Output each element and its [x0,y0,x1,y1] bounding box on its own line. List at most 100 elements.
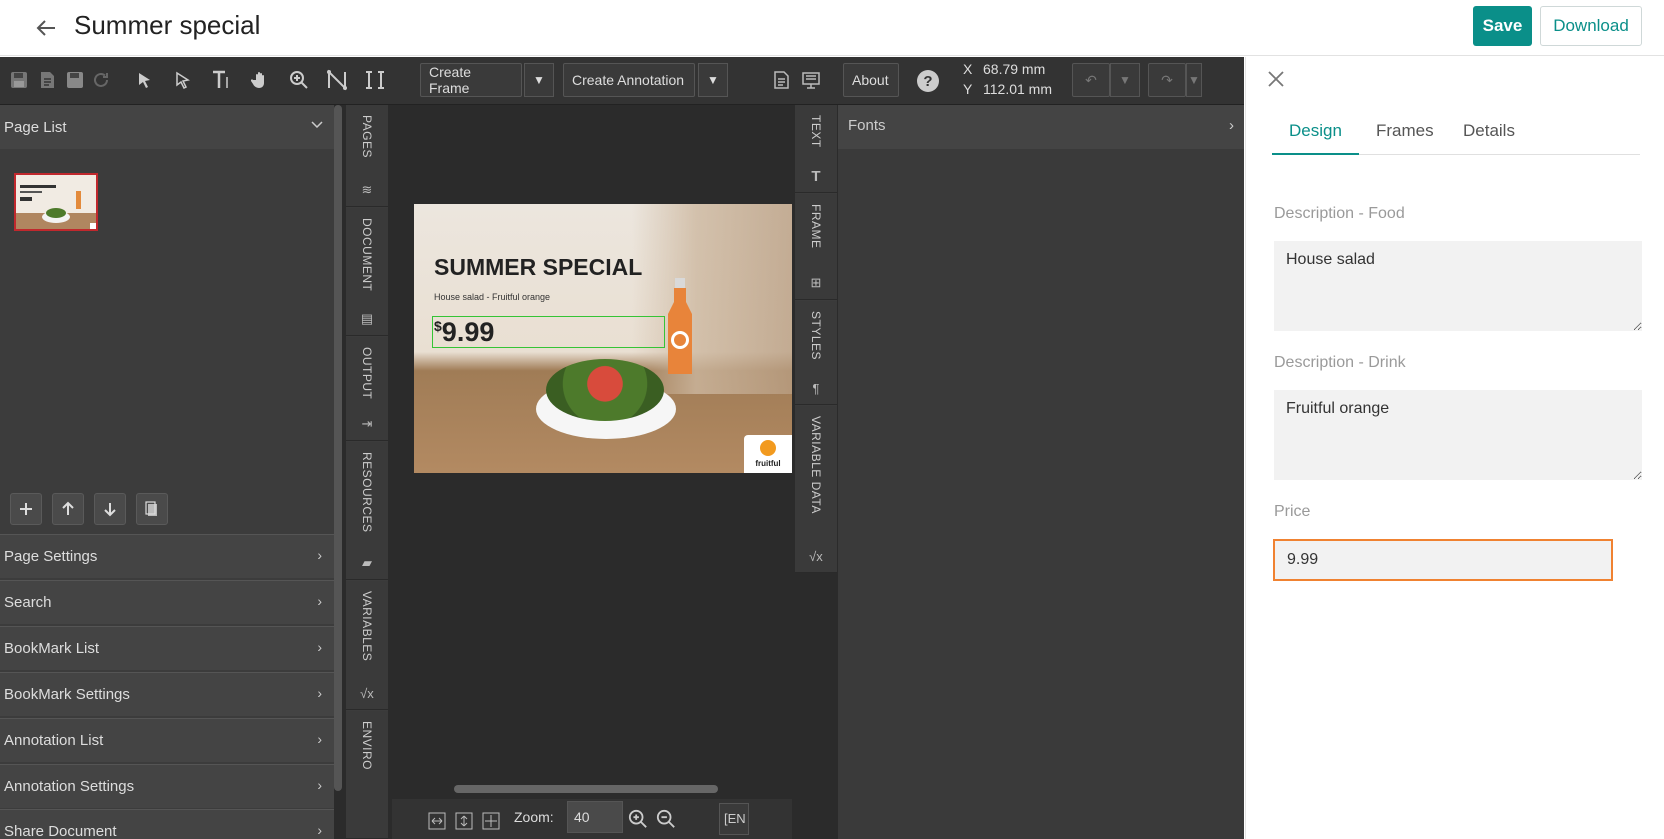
chevron-right-icon: › [317,822,322,838]
create-annotation-dropdown-icon[interactable]: ▼ [698,63,728,97]
chevron-right-icon: › [317,685,322,701]
chevron-right-icon: › [317,547,322,563]
fonts-panel: Fonts › [838,105,1244,839]
tab-environment[interactable]: ENVIRO [346,711,388,839]
design-price[interactable]: $9.99 [434,317,494,348]
fit-height-icon[interactable] [454,811,474,831]
editor-toolbar: Create Frame ▼ Create Annotation ▼ About… [0,57,1244,105]
close-icon[interactable] [1264,67,1288,91]
drink-description-field[interactable]: Fruitful orange [1274,390,1642,480]
redo-dropdown-icon[interactable]: ▼ [1186,63,1202,97]
save-as-icon[interactable] [62,67,88,93]
move-page-down-button[interactable] [94,493,126,525]
about-button[interactable]: About [843,63,899,97]
tab-label: PAGES [360,115,374,158]
document-info-icon[interactable] [768,67,794,93]
tab-text[interactable]: TEXT T [795,105,837,193]
accordion-label: BookMark List [4,640,100,657]
tab-styles[interactable]: STYLES ¶ [795,301,837,405]
accordion-label: Annotation Settings [4,778,135,795]
page-thumbnail[interactable] [14,173,98,231]
paragraph-icon: ¶ [812,380,820,396]
select-arrow-icon[interactable] [132,67,158,93]
accordion-annotation-list[interactable]: Annotation List › [0,718,334,762]
add-page-button[interactable] [10,493,42,525]
tab-frames[interactable]: Frames [1359,111,1451,155]
document-editor: Create Frame ▼ Create Annotation ▼ About… [0,57,1244,839]
zoom-label: Zoom: [514,809,554,825]
new-document-icon[interactable] [34,67,60,93]
fit-page-icon[interactable] [481,811,501,831]
delete-page-button[interactable] [136,493,168,525]
accordion-label: Annotation List [4,732,104,749]
save-disk-icon[interactable] [6,67,32,93]
chevron-right-icon: › [317,593,322,609]
create-annotation-button[interactable]: Create Annotation [563,63,695,97]
move-page-up-button[interactable] [52,493,84,525]
presentation-icon[interactable] [798,67,824,93]
refresh-icon[interactable] [88,67,114,93]
accordion-search[interactable]: Search › [0,580,334,624]
fonts-panel-header[interactable]: Fonts › [838,105,1244,149]
coord-x-label: X [963,61,973,77]
tab-resources[interactable]: RESOURCES ▰ [346,442,388,580]
food-description-field[interactable]: House salad [1274,241,1642,331]
tab-variables[interactable]: VARIABLES √x [346,581,388,710]
save-button[interactable]: Save [1473,6,1532,46]
tab-label: VARIABLES [360,591,374,662]
page-list-header[interactable]: Page List [0,105,334,149]
direct-select-icon[interactable] [170,67,196,93]
accordion-bookmark-settings[interactable]: BookMark Settings › [0,672,334,716]
left-panel-scrollbar[interactable] [334,105,342,791]
accordion-share-document[interactable]: Share Document › [0,809,334,839]
page-list-label: Page List [4,119,67,136]
accordion-page-settings[interactable]: Page Settings › [0,534,334,578]
undo-icon[interactable]: ↶ [1072,63,1110,97]
zoom-tool-icon[interactable] [286,67,312,93]
design-page[interactable]: SUMMER SPECIAL House salad - Fruitful or… [414,204,792,473]
create-frame-button[interactable]: Create Frame [420,63,522,97]
line-tool-icon[interactable] [324,67,350,93]
tab-label: DOCUMENT [360,218,374,292]
tab-variable-data[interactable]: VARIABLE DATA √x [795,406,837,573]
tab-design[interactable]: Design [1272,111,1359,155]
vertical-distribute-icon[interactable] [362,67,388,93]
tab-label: VARIABLE DATA [809,416,823,514]
canvas-horizontal-scrollbar[interactable] [454,785,718,793]
formula-icon: √x [360,685,374,701]
accordion-bookmark-list[interactable]: BookMark List › [0,626,334,670]
chevron-right-icon: › [317,731,322,747]
tab-output[interactable]: OUTPUT ⇥ [346,337,388,441]
cursor-coordinates: X 68.79 mm Y 112.01 mm [963,59,1052,99]
zoom-input[interactable] [567,801,623,833]
tab-document[interactable]: DOCUMENT ▤ [346,208,388,336]
tab-label: RESOURCES [360,452,374,533]
download-button[interactable]: Download [1540,6,1642,46]
grid-icon: ⊞ [810,275,822,290]
price-field[interactable] [1273,539,1613,581]
chevron-right-icon: › [1229,117,1234,134]
fit-width-icon[interactable] [427,811,447,831]
zoom-in-icon[interactable] [628,809,648,829]
tab-label: TEXT [809,115,823,148]
tab-details[interactable]: Details [1446,111,1532,155]
formula-icon: √x [809,548,823,564]
svg-text:?: ? [923,73,932,90]
undo-dropdown-icon[interactable]: ▼ [1110,63,1140,97]
design-headline[interactable]: SUMMER SPECIAL [434,254,642,281]
redo-icon[interactable]: ↷ [1148,63,1186,97]
design-subline[interactable]: House salad - Fruitful orange [434,292,550,302]
language-selector[interactable]: [EN [719,803,749,835]
tab-frame[interactable]: FRAME ⊞ [795,194,837,300]
zoom-out-icon[interactable] [656,809,676,829]
text-tool-icon[interactable] [208,67,234,93]
tab-label: ENVIRO [360,721,374,771]
tab-pages[interactable]: PAGES ≋ [346,105,388,207]
accordion-annotation-settings[interactable]: Annotation Settings › [0,764,334,808]
design-currency: $ [434,318,442,334]
create-frame-dropdown-icon[interactable]: ▼ [524,63,554,97]
hand-pan-icon[interactable] [248,67,274,93]
help-icon[interactable]: ? [915,68,941,94]
accordion-label: BookMark Settings [4,686,130,703]
back-arrow-icon[interactable] [30,12,62,44]
